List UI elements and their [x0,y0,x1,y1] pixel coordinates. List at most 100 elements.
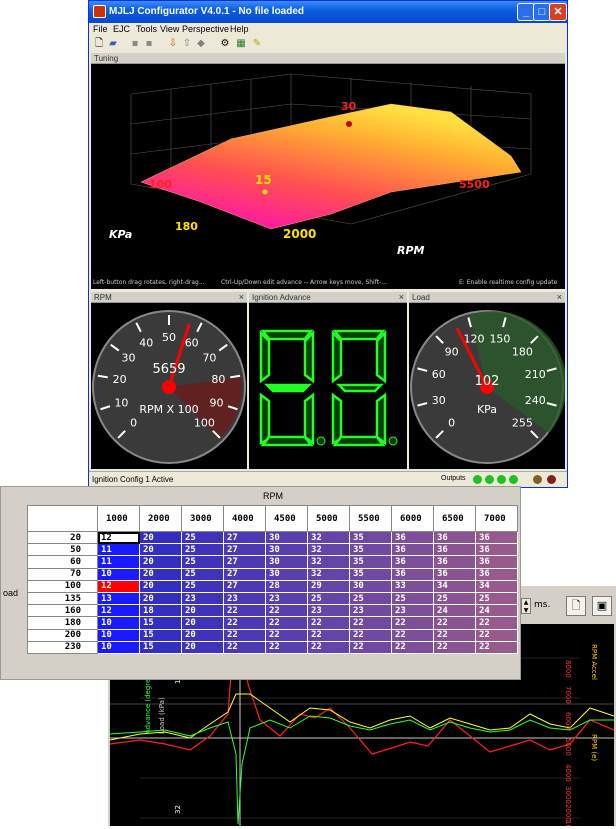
advance-cell[interactable]: 12 [97,530,140,545]
advance-cell[interactable]: 36 [475,555,518,569]
advance-cell[interactable]: 18 [139,604,182,618]
advance-cell[interactable]: 27 [223,543,266,557]
advance-cell[interactable]: 32 [307,567,350,581]
close-button[interactable]: ✕ [549,3,567,21]
advance-cell[interactable]: 12 [97,604,140,618]
advance-cell[interactable]: 20 [139,591,182,606]
advance-cell[interactable]: 25 [307,591,350,606]
interval-spinner[interactable]: ▲ ▼ [521,598,531,614]
load-row-header[interactable]: 180 [27,616,98,630]
advance-cell[interactable]: 20 [139,543,182,557]
advance-cell[interactable]: 28 [265,579,308,593]
advance-cell[interactable]: 22 [433,628,476,642]
advance-cell[interactable]: 25 [181,579,224,593]
advance-cell[interactable]: 32 [307,555,350,569]
advance-cell[interactable]: 36 [433,567,476,581]
advance-cell[interactable]: 10 [97,567,140,581]
advance-cell[interactable]: 25 [181,530,224,545]
advance-cell[interactable]: 36 [433,543,476,557]
advance-cell[interactable]: 22 [265,616,308,630]
rpm-column-header[interactable]: 6000 [391,505,434,532]
advance-cell[interactable]: 36 [433,555,476,569]
advance-cell[interactable]: 23 [265,591,308,606]
advance-cell[interactable]: 23 [181,591,224,606]
load-row-header[interactable]: 230 [27,640,98,654]
advance-cell[interactable]: 15 [139,616,182,630]
advance-cell[interactable]: 30 [265,567,308,581]
advance-cell[interactable]: 22 [265,628,308,642]
advance-cell[interactable]: 30 [349,579,392,593]
burn-icon[interactable]: ◆ [195,38,207,50]
load-row-header[interactable]: 200 [27,628,98,642]
advance-cell[interactable]: 20 [139,579,182,593]
chart-icon[interactable]: ▦ [235,38,247,50]
advance-cell[interactable]: 22 [349,628,392,642]
advance-cell[interactable]: 22 [475,640,518,654]
advance-cell[interactable]: 35 [349,530,392,545]
advance-cell[interactable]: 20 [181,640,224,654]
advance-cell[interactable]: 11 [97,555,140,569]
advance-cell[interactable]: 34 [433,579,476,593]
advance-cell[interactable]: 25 [181,555,224,569]
advance-cell[interactable]: 34 [475,579,518,593]
advance-cell[interactable]: 29 [307,579,350,593]
rpm-column-header[interactable]: 2000 [139,505,182,532]
wrench-icon[interactable]: ✎ [251,38,263,50]
advance-cell[interactable]: 22 [223,628,266,642]
menu-perspective[interactable]: Perspective [182,24,229,34]
advance-cell[interactable]: 35 [349,543,392,557]
menu-help[interactable]: Help [230,24,249,34]
advance-cell[interactable]: 27 [223,555,266,569]
advance-cell[interactable]: 20 [181,628,224,642]
rpm-column-header[interactable]: 6500 [433,505,476,532]
load-row-header[interactable]: 20 [27,530,98,545]
advance-cell[interactable]: 25 [391,591,434,606]
rpm-column-header[interactable]: 7000 [475,505,518,532]
advance-cell[interactable]: 22 [433,616,476,630]
menu-ejc[interactable]: EJC [113,24,130,34]
advance-cell[interactable]: 27 [223,579,266,593]
advance-cell[interactable]: 22 [475,628,518,642]
settings-icon[interactable]: ⚙ [219,38,231,50]
load-row-header[interactable]: 160 [27,604,98,618]
rpm-column-header[interactable]: 5000 [307,505,350,532]
advance-cell[interactable]: 22 [223,616,266,630]
chart-settings-button[interactable]: ▣ [592,596,612,616]
advance-cell[interactable]: 35 [349,567,392,581]
advance-cell[interactable]: 23 [349,604,392,618]
advance-cell[interactable]: 22 [223,640,266,654]
advance-cell[interactable]: 22 [391,616,434,630]
advance-cell[interactable]: 25 [475,591,518,606]
advance-cell[interactable]: 10 [97,616,140,630]
advance-cell[interactable]: 10 [97,628,140,642]
advance-cell[interactable]: 20 [181,616,224,630]
advance-cell[interactable]: 24 [433,604,476,618]
advance-cell[interactable]: 33 [391,579,434,593]
advance-cell[interactable]: 20 [139,567,182,581]
rpm-column-header[interactable]: 4500 [265,505,308,532]
advance-cell[interactable]: 36 [475,567,518,581]
load-panel-close-icon[interactable]: × [557,292,562,302]
advance-cell[interactable]: 22 [433,640,476,654]
advance-cell[interactable]: 36 [391,555,434,569]
advance-cell[interactable]: 25 [349,591,392,606]
advance-cell[interactable]: 25 [181,567,224,581]
advance-cell[interactable]: 30 [265,555,308,569]
save-as-icon[interactable]: ▪ [143,38,155,50]
advance-cell[interactable]: 13 [97,591,140,606]
advance-cell[interactable]: 20 [181,604,224,618]
rpm-panel-close-icon[interactable]: × [239,292,244,302]
advance-cell[interactable]: 24 [475,604,518,618]
advance-cell[interactable]: 15 [139,628,182,642]
menu-view[interactable]: View [160,24,179,34]
advance-cell[interactable]: 22 [475,616,518,630]
advance-cell[interactable]: 22 [391,640,434,654]
rpm-column-header[interactable]: 3000 [181,505,224,532]
advance-cell[interactable]: 36 [391,543,434,557]
advance-cell[interactable]: 20 [139,555,182,569]
advance-cell[interactable]: 30 [265,543,308,557]
save-icon[interactable]: ▪ [129,38,141,50]
advance-cell[interactable]: 36 [391,567,434,581]
advance-panel-close-icon[interactable]: × [399,292,404,302]
load-row-header[interactable]: 100 [27,579,98,593]
